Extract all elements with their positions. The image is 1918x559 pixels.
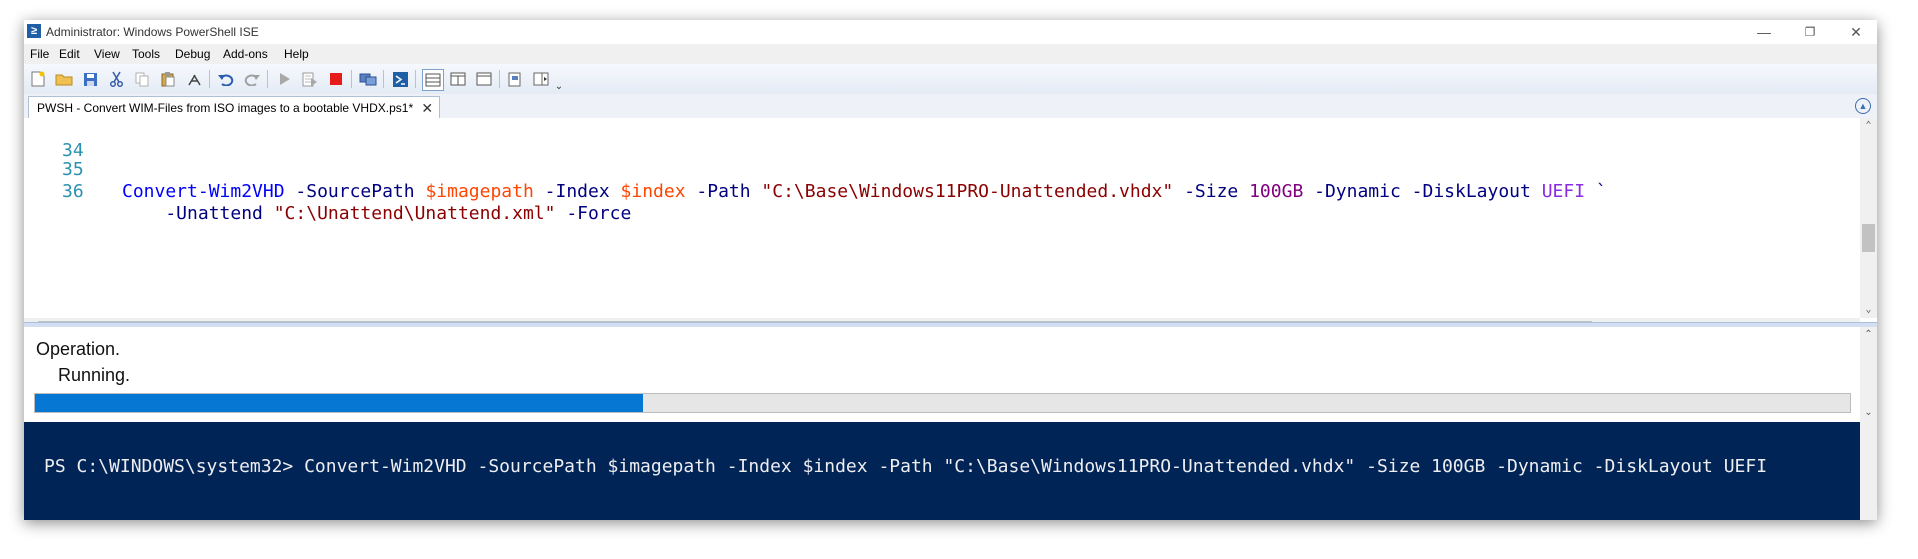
- code-token: -Path: [685, 181, 762, 202]
- script-editor[interactable]: 34 35 Convert-Wim2VHD -SourcePath $image…: [24, 118, 1877, 335]
- output-vertical-scrollbar[interactable]: ⌃ ⌄: [1860, 327, 1877, 423]
- clear-icon[interactable]: [184, 69, 204, 89]
- show-command-window-icon[interactable]: [506, 69, 526, 89]
- minimize-button[interactable]: —: [1741, 20, 1787, 44]
- code-token: -Index: [533, 181, 621, 202]
- progress-status: Running.: [58, 365, 131, 385]
- menu-view[interactable]: View: [94, 47, 120, 61]
- powershell-app-icon: ≥: [27, 24, 41, 38]
- editor-vertical-scrollbar[interactable]: ⌃ ⌄: [1860, 118, 1877, 318]
- scroll-down-icon[interactable]: ⌄: [1860, 304, 1877, 315]
- toolbar-separator: [267, 70, 268, 88]
- console-prompt-line: PS C:\WINDOWS\system32> Convert-Wim2VHD …: [44, 456, 1768, 477]
- menu-add-ons[interactable]: Add-ons: [223, 47, 268, 61]
- toolbar-separator: [415, 70, 416, 88]
- code-token: -Dynamic -DiskLayout: [1303, 181, 1542, 202]
- code-token: "C:\Base\Windows11PRO-Unattended.vhdx": [761, 181, 1174, 202]
- menu-debug[interactable]: Debug: [175, 47, 210, 61]
- script-tab[interactable]: PWSH - Convert WIM-Files from ISO images…: [28, 96, 441, 119]
- menu-tools[interactable]: Tools: [132, 47, 160, 61]
- stop-icon[interactable]: [326, 69, 346, 89]
- progress-activity: Operation.: [36, 339, 121, 359]
- run-selection-icon[interactable]: [300, 69, 320, 89]
- show-command-addon-icon[interactable]: [532, 69, 552, 89]
- code-text: Convert-Wim2VHD -SourcePath $imagepath -…: [122, 181, 1607, 203]
- window-title: Administrator: Windows PowerShell ISE: [46, 25, 259, 39]
- script-tab-label: PWSH - Convert WIM-Files from ISO images…: [37, 101, 414, 115]
- code-token: UEFI: [1541, 181, 1586, 202]
- code-token: `: [1585, 181, 1607, 202]
- console-vertical-scrollbar[interactable]: [1860, 422, 1877, 520]
- scroll-up-icon[interactable]: ⌃: [1860, 120, 1877, 131]
- toolbar-overflow-icon[interactable]: ⌄: [554, 76, 564, 96]
- show-script-pane-maximized-icon[interactable]: [474, 69, 494, 89]
- toolbar-separator: [209, 70, 210, 88]
- code-token: "C:\Unattend\Unattend.xml": [273, 203, 556, 224]
- script-tab-strip: PWSH - Convert WIM-Files from ISO images…: [24, 94, 1877, 119]
- code-text: -Unattend "C:\Unattend\Unattend.xml" -Fo…: [122, 203, 631, 225]
- toolbar-separator: [499, 70, 500, 88]
- paste-icon[interactable]: [158, 69, 178, 89]
- console-pane[interactable]: PS C:\WINDOWS\system32> Convert-Wim2VHD …: [24, 422, 1860, 520]
- code-token: -Force: [555, 203, 632, 224]
- code-token: -Unattend: [122, 203, 274, 224]
- code-token: $index: [620, 181, 686, 202]
- toolbar-separator: [351, 70, 352, 88]
- powershell-ise-window: ≥ Administrator: Windows PowerShell ISE …: [24, 20, 1877, 520]
- scroll-down-icon[interactable]: ⌄: [1860, 407, 1877, 418]
- open-folder-icon[interactable]: [54, 69, 74, 89]
- menu-help[interactable]: Help: [284, 47, 309, 61]
- show-script-pane-top-icon[interactable]: [422, 69, 444, 91]
- title-bar: ≥ Administrator: Windows PowerShell ISE …: [24, 20, 1877, 44]
- code-token: -SourcePath: [284, 181, 426, 202]
- output-pane: Operation. Running. ⌃ ⌄: [24, 327, 1877, 423]
- save-icon[interactable]: [80, 69, 100, 89]
- new-remote-tab-icon[interactable]: [358, 69, 378, 89]
- code-line: 35 Convert-Wim2VHD -SourcePath $imagepat…: [24, 137, 1607, 202]
- close-button[interactable]: ✕: [1833, 20, 1877, 44]
- collapse-script-pane-icon[interactable]: ▲: [1855, 98, 1871, 114]
- start-powershell-icon[interactable]: [390, 69, 410, 89]
- toolbar: ⌄: [24, 64, 1877, 95]
- toolbar-separator: [383, 70, 384, 88]
- menu-bar: File Edit View Tools Debug Add-ons Help: [24, 44, 1877, 64]
- undo-icon[interactable]: [216, 69, 236, 89]
- editor-scroll-thumb[interactable]: [1862, 224, 1875, 252]
- close-tab-icon[interactable]: ✕: [421, 97, 433, 119]
- redo-icon[interactable]: [242, 69, 262, 89]
- code-token: 100GB: [1249, 181, 1304, 202]
- code-line: 36 -Unattend "C:\Unattend\Unattend.xml" …: [24, 159, 631, 224]
- menu-file[interactable]: File: [30, 47, 49, 61]
- code-token: -Size: [1173, 181, 1250, 202]
- code-token: Convert-Wim2VHD: [122, 181, 285, 202]
- cut-icon[interactable]: [106, 69, 126, 89]
- run-script-icon[interactable]: [274, 69, 294, 89]
- menu-edit[interactable]: Edit: [59, 47, 80, 61]
- scroll-up-icon[interactable]: ⌃: [1860, 329, 1877, 340]
- copy-icon[interactable]: [132, 69, 152, 89]
- line-number: 36: [62, 181, 84, 202]
- progress-bar-fill: [35, 394, 644, 412]
- new-file-icon[interactable]: [28, 69, 48, 89]
- show-script-pane-right-icon[interactable]: [448, 69, 468, 89]
- progress-bar: [34, 393, 1851, 413]
- code-token: $imagepath: [425, 181, 534, 202]
- restore-button[interactable]: ❐: [1787, 20, 1833, 44]
